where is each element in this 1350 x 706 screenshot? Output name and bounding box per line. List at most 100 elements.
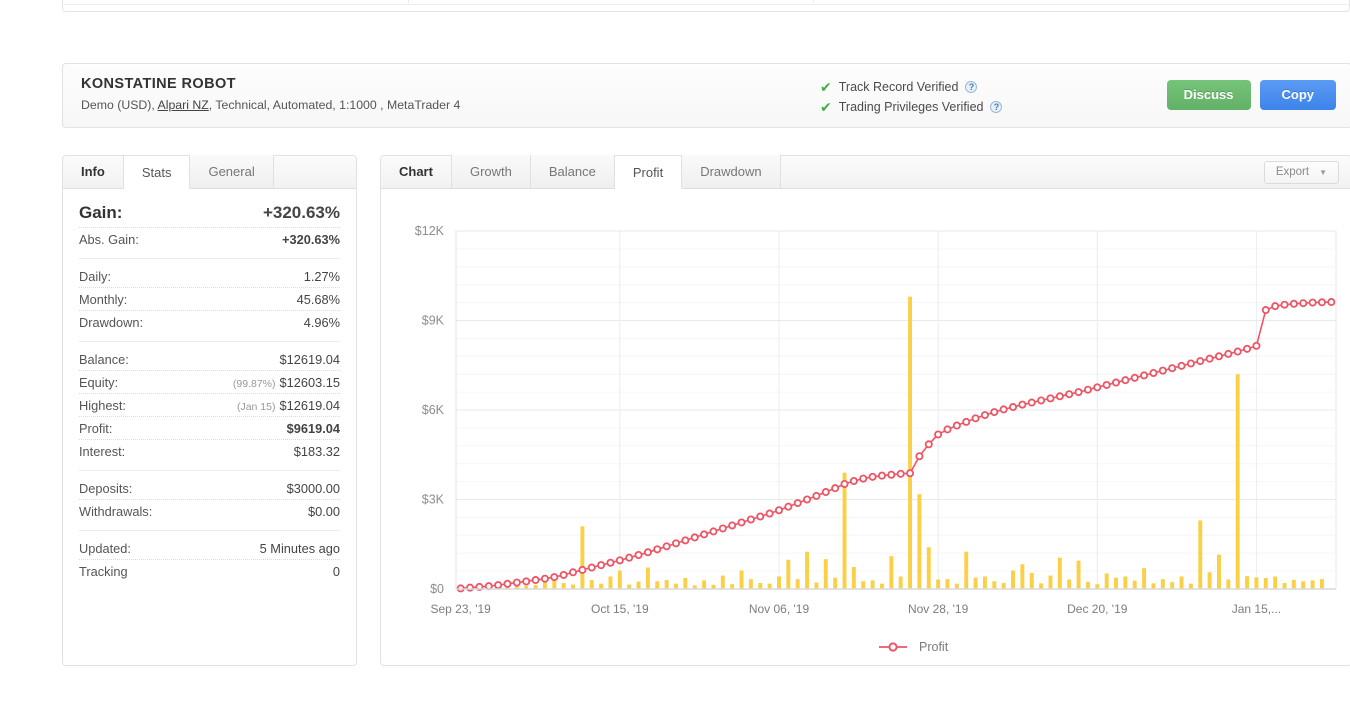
help-icon[interactable]: ? (965, 80, 978, 93)
verification-trading-privileges: ✔ Trading Privileges Verified ? (820, 97, 1003, 116)
header-actions: Discuss Copy (1166, 80, 1336, 110)
verification-list: ✔ Track Record Verified ? ✔ Trading Priv… (820, 77, 1003, 117)
stat-group-divider (79, 530, 340, 531)
data-point (1018, 400, 1027, 409)
data-point (1196, 357, 1205, 366)
data-point (625, 553, 634, 562)
stat-note: (99.87%) (232, 378, 276, 390)
bar (1263, 577, 1268, 589)
data-point (896, 469, 905, 478)
chart-tab-drawdown[interactable]: Drawdown (682, 155, 781, 188)
fragment-divider-left (408, 0, 409, 3)
bar (702, 580, 707, 589)
data-point (737, 518, 746, 527)
data-point (1074, 388, 1083, 397)
y-axis-tick-label: $9K (422, 314, 445, 328)
data-point (1271, 302, 1280, 311)
stat-label: Abs. Gain: (79, 232, 139, 247)
stat-row: Profit: $9619.04 (79, 417, 340, 440)
stat-group-divider (79, 470, 340, 471)
bar (1085, 581, 1090, 589)
bar (1188, 583, 1193, 589)
data-point (1009, 403, 1018, 412)
bar (1142, 568, 1147, 589)
stat-row: Interest: $183.32 (79, 440, 340, 462)
stat-label: Drawdown: (79, 315, 144, 330)
stat-row: Tracking 0 (79, 560, 340, 582)
data-point (1046, 394, 1055, 403)
stat-row: Drawdown: 4.96% (79, 311, 340, 333)
bar (1020, 564, 1025, 589)
data-point (868, 472, 877, 481)
bar (917, 494, 922, 589)
data-point (990, 408, 999, 417)
data-point (1112, 378, 1121, 387)
data-point (999, 405, 1008, 414)
data-point (503, 579, 512, 588)
x-axis-tick-label: Oct 15, '19 (591, 602, 649, 616)
bar (655, 581, 660, 589)
x-axis-tick-label: Sep 23, '19 (431, 602, 492, 616)
stats-tab-stats[interactable]: Stats (123, 156, 191, 189)
bar (1123, 576, 1128, 589)
bar (936, 579, 941, 589)
chart-tab-profit[interactable]: Profit (614, 156, 683, 189)
profit-chart-svg[interactable]: $0 $3K $6K $9K $12K Sep 23, '19 Oct 15, '19 Nov… (381, 189, 1350, 665)
bar (589, 580, 594, 589)
bar (758, 583, 763, 589)
bar (561, 583, 566, 589)
data-point (643, 548, 652, 557)
data-point (943, 425, 952, 434)
chart-tab-balance[interactable]: Balance (530, 155, 615, 188)
data-point (653, 545, 662, 554)
bar (805, 551, 810, 589)
data-point (962, 417, 971, 426)
y-axis-tick-label: $3K (422, 493, 445, 507)
stat-row: Highest: (Jan 15) $12619.04 (79, 394, 340, 417)
stat-label: Withdrawals: (79, 504, 153, 519)
data-point (1205, 354, 1214, 363)
export-button[interactable]: Export ▼ (1263, 161, 1339, 184)
bar (889, 556, 894, 589)
bar (964, 551, 969, 589)
data-point (466, 583, 475, 592)
help-icon[interactable]: ? (990, 100, 1003, 113)
data-point (784, 502, 793, 511)
check-icon: ✔ (820, 78, 832, 95)
data-point (559, 570, 568, 579)
bar (898, 576, 903, 589)
y-axis-tick-label: $0 (430, 582, 444, 596)
stat-row: Gain: +320.63% (79, 197, 340, 228)
data-point (793, 499, 802, 508)
broker-link[interactable]: Alpari NZ (158, 98, 209, 112)
data-point (952, 421, 961, 430)
data-point (1224, 349, 1233, 358)
data-point (718, 524, 727, 533)
chart-legend[interactable]: Profit (879, 640, 949, 654)
stat-value: 45.68% (296, 292, 340, 307)
data-point (1214, 352, 1223, 361)
bar (1198, 520, 1203, 589)
bar (1254, 577, 1259, 589)
verification-track-record: ✔ Track Record Verified ? (820, 77, 1002, 96)
stats-tab-info[interactable]: Info (63, 155, 124, 188)
data-point (578, 565, 587, 574)
export-label: Export (1275, 166, 1310, 178)
data-point (812, 491, 821, 500)
bar (580, 526, 585, 589)
bar (645, 567, 650, 589)
data-point (915, 452, 924, 461)
copy-button[interactable]: Copy (1259, 80, 1336, 110)
stats-tab-general[interactable]: General (190, 155, 274, 188)
profit-chart[interactable]: $0 $3K $6K $9K $12K Sep 23, '19 Oct 15, '19 Nov… (381, 189, 1350, 665)
bar (786, 559, 791, 589)
chart-tab-growth[interactable]: Growth (451, 155, 531, 188)
stat-value: $12619.04 (279, 352, 341, 367)
discuss-button[interactable]: Discuss (1166, 80, 1251, 110)
bar (1319, 579, 1324, 589)
chart-tab-chart[interactable]: Chart (381, 155, 452, 188)
bar (1301, 581, 1306, 589)
stats-body: Gain: +320.63% Abs. Gain: +320.63% Daily: 1.2… (63, 189, 356, 582)
stat-group-divider (79, 258, 340, 259)
stat-value: (Jan 15) $12619.04 (236, 398, 340, 413)
